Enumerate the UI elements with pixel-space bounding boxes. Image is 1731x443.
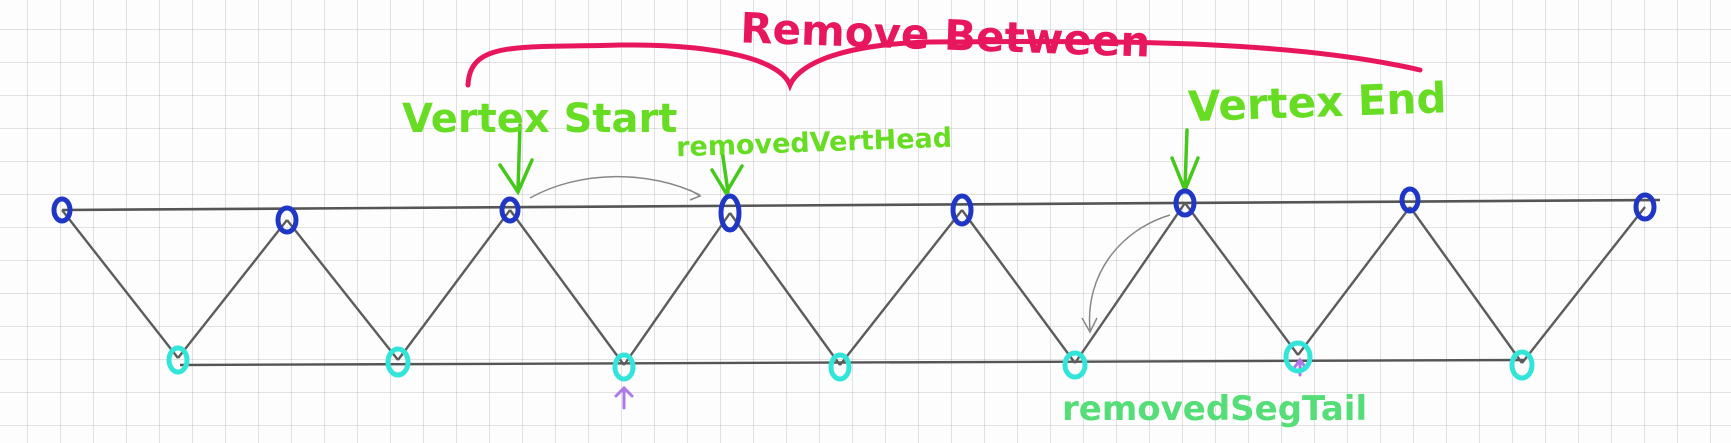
- curved-arrows: [529, 175, 1171, 334]
- edge: [1297, 206, 1411, 356]
- edge: [961, 209, 1076, 364]
- bottom-vertex: [1062, 350, 1088, 380]
- edge: [509, 209, 625, 366]
- edge: [623, 212, 731, 366]
- top-vertices: [51, 186, 1657, 235]
- bottom-rail: [179, 358, 1526, 367]
- graph-paper-canvas: Remove Between Vertex Start removedVertH…: [0, 0, 1731, 443]
- edge: [286, 219, 399, 361]
- edge: [1184, 202, 1299, 356]
- bottom-vertex: [612, 352, 636, 382]
- edge: [177, 219, 288, 359]
- edge: [397, 209, 511, 361]
- edge: [1409, 206, 1523, 364]
- label-vertex-end: Vertex End: [1187, 73, 1447, 131]
- bottom-vertex: [385, 346, 411, 378]
- edge: [839, 209, 963, 366]
- curved-arrow-down: [1081, 214, 1171, 334]
- bottom-vertex: [1283, 340, 1313, 374]
- bottom-vertex: [828, 352, 852, 382]
- zigzag-edges: [61, 202, 1646, 366]
- curved-arrow-top: [529, 175, 702, 201]
- edge: [1521, 206, 1646, 364]
- edge: [1074, 202, 1186, 364]
- edge: [61, 209, 179, 359]
- bottom-vertex: [166, 345, 190, 375]
- diagram: Remove Between Vertex Start removedVertH…: [51, 3, 1661, 429]
- label-removed-seg-tail: removedSegTail: [1062, 389, 1367, 429]
- label-removed-vert-head: removedVertHead: [676, 123, 953, 164]
- label-vertex-start: Vertex Start: [402, 96, 677, 142]
- title-remove-between: Remove Between: [739, 3, 1151, 66]
- bottom-vertex: [1509, 349, 1535, 381]
- arrow-vertex-end: [1170, 128, 1200, 195]
- edge: [729, 212, 841, 366]
- marker-arrow-bottom-3: [614, 385, 634, 410]
